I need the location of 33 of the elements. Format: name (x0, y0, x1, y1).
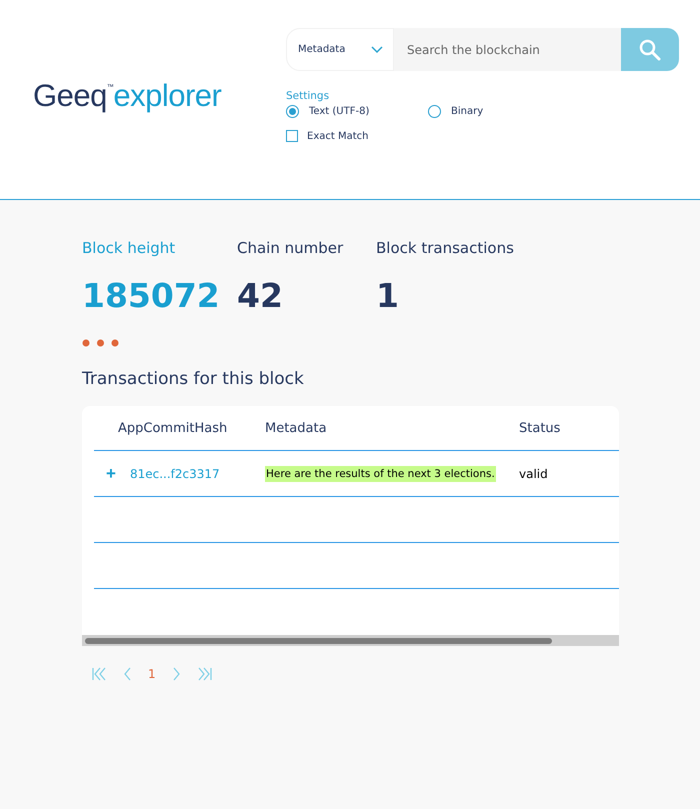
last-page-icon[interactable] (198, 667, 212, 681)
logo-brand: Geeq (33, 78, 107, 114)
first-page-icon[interactable] (92, 667, 106, 681)
expand-button[interactable]: + (106, 464, 116, 484)
metadata-cell: Here are the results of the next 3 elections. (265, 466, 496, 482)
section-title: Transactions for this block (82, 369, 305, 389)
scrollbar-thumb[interactable] (85, 638, 552, 644)
column-header: Status (519, 420, 560, 436)
stat-value: 42 (237, 276, 284, 316)
radio-button[interactable] (428, 105, 441, 118)
stat-label: Block height (82, 238, 176, 258)
checkbox-label: Exact Match (307, 130, 368, 142)
next-page-icon[interactable] (172, 667, 181, 681)
hash-link[interactable]: 81ec...f2c3317 (130, 466, 220, 480)
logo-product: explorer (113, 78, 222, 114)
settings-title: Settings (286, 90, 330, 102)
stat-value: 185072 (82, 276, 221, 316)
search-field[interactable]: Search the blockchain (394, 28, 621, 71)
search-button[interactable] (621, 28, 679, 71)
column-header: AppCommitHash (118, 420, 228, 436)
checkbox[interactable] (286, 130, 298, 142)
radio-label: Binary (451, 106, 484, 117)
radio-button[interactable] (286, 105, 299, 118)
status-cell: valid (519, 466, 548, 480)
stat-label: Chain number (237, 238, 344, 258)
stat-label: Block transactions (376, 238, 514, 258)
page-number[interactable]: 1 (148, 667, 156, 681)
stat-value: 1 (376, 276, 400, 316)
radio-label: Text (UTF-8) (309, 106, 370, 117)
column-header: Metadata (265, 420, 327, 436)
previous-page-icon[interactable] (123, 667, 131, 681)
chevron-down-icon (371, 46, 383, 54)
search-icon (639, 38, 661, 60)
